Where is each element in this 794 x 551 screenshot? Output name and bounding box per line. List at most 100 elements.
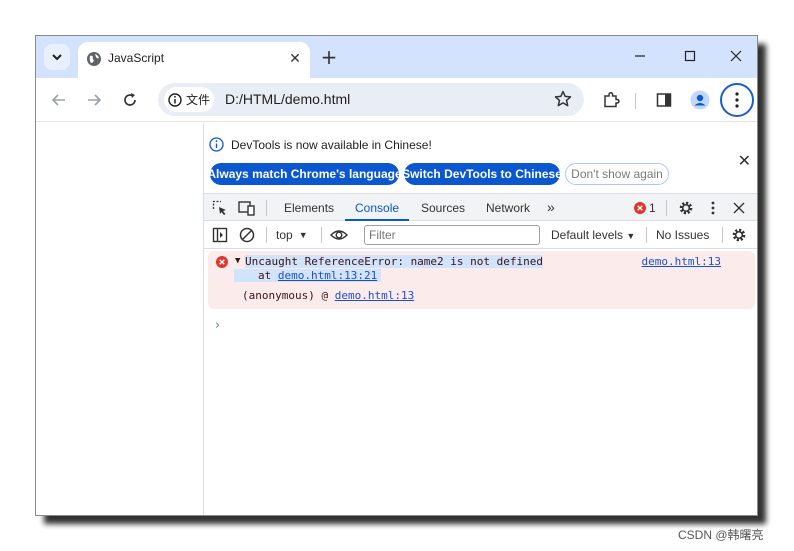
profile-button[interactable]	[688, 88, 712, 112]
url-text: D:/HTML/demo.html	[225, 91, 351, 107]
caret-down-icon: ▼	[298, 230, 308, 240]
maximize-icon	[684, 50, 696, 62]
address-bar[interactable]: 文件 D:/HTML/demo.html	[158, 83, 584, 116]
console-error-message: ▼ Uncaught ReferenceError: name2 is not …	[208, 251, 755, 309]
tab-title: JavaScript	[108, 51, 165, 65]
switch-chinese-button[interactable]: Switch DevTools to Chinese	[402, 163, 562, 185]
live-expression-button[interactable]	[330, 226, 348, 244]
eye-icon	[330, 230, 348, 240]
globe-icon	[87, 52, 101, 66]
language-infobar: DevTools is now available in Chinese! ✕ …	[204, 123, 757, 193]
tab-search-button[interactable]	[44, 44, 70, 70]
chevron-down-icon	[52, 54, 62, 61]
inspect-element-button[interactable]	[211, 199, 229, 217]
show-sidebar-button[interactable]	[211, 226, 229, 244]
log-levels-label: Default levels	[551, 228, 624, 242]
log-levels-dropdown[interactable]: Default levels ▼	[551, 228, 635, 242]
page-viewport	[36, 123, 203, 515]
stack-anon-prefix: (anonymous) @	[242, 289, 329, 302]
device-icon	[237, 201, 255, 216]
info-icon	[168, 92, 182, 107]
toolbar-divider	[321, 227, 322, 243]
block-icon	[239, 227, 255, 243]
error-count: 1	[649, 201, 656, 215]
console-settings-button[interactable]	[730, 226, 748, 244]
stack-line-at: at demo.html:13:21	[234, 269, 382, 282]
browser-window: JavaScript ✕ + 文件 D:/HTML/demo.html DevT…	[35, 35, 758, 516]
toolbar-divider	[635, 93, 636, 109]
infobar-message: DevTools is now available in Chinese!	[231, 138, 432, 152]
sidebar-icon	[212, 227, 228, 243]
close-icon	[733, 202, 745, 214]
filter-input[interactable]	[364, 225, 540, 245]
console-prompt-icon[interactable]: ›	[215, 318, 220, 333]
more-tabs-icon[interactable]: »	[547, 199, 555, 215]
gear-icon	[679, 201, 693, 215]
new-tab-button[interactable]: +	[318, 45, 340, 69]
tab-elements[interactable]: Elements	[284, 201, 334, 215]
browser-toolbar: 文件 D:/HTML/demo.html	[36, 78, 757, 122]
clear-console-button[interactable]	[238, 226, 256, 244]
inspect-icon	[212, 200, 226, 215]
match-language-button[interactable]: Always match Chrome's language	[207, 163, 402, 185]
reload-icon	[124, 93, 136, 106]
site-info-label: 文件	[186, 93, 211, 107]
close-devtools-button[interactable]	[730, 199, 748, 217]
stack-link[interactable]: demo.html:13:21	[278, 269, 377, 282]
watermark: CSDN @韩曙亮	[678, 528, 764, 542]
bookmark-star-icon[interactable]	[554, 90, 572, 108]
minimize-button[interactable]	[626, 44, 654, 68]
devtools-tabbar: Elements Console Sources Network » 1	[204, 193, 757, 221]
tabbar-divider	[266, 200, 267, 216]
device-toolbar-button[interactable]	[237, 199, 255, 217]
error-counter[interactable]: 1	[634, 201, 656, 215]
devtools-menu-button[interactable]	[704, 199, 722, 217]
stack-at-prefix: at	[258, 269, 272, 282]
info-icon	[209, 137, 224, 152]
error-icon	[216, 256, 228, 268]
toolbar-divider	[266, 227, 267, 243]
puzzle-icon	[604, 91, 620, 108]
tab-javascript[interactable]: JavaScript ✕	[78, 42, 310, 78]
error-text: Uncaught ReferenceError: name2 is not de…	[245, 255, 544, 268]
stack-line-anonymous: (anonymous) @ demo.html:13	[242, 289, 414, 302]
tab-sources[interactable]: Sources	[421, 201, 465, 215]
issues-button[interactable]: No Issues	[656, 228, 709, 242]
toolbar-divider	[722, 227, 723, 243]
side-panel-button[interactable]	[652, 88, 676, 112]
maximize-button[interactable]	[676, 44, 704, 68]
context-selector[interactable]: top ▼	[276, 228, 308, 242]
infobar-close-icon[interactable]: ✕	[738, 151, 751, 170]
minimize-icon	[635, 55, 645, 57]
arrow-right-icon	[88, 94, 102, 106]
source-link[interactable]: demo.html:13	[642, 255, 721, 268]
toolbar-divider	[646, 227, 647, 243]
dont-show-again-button[interactable]: Don't show again	[565, 163, 669, 185]
stack-anon-link[interactable]: demo.html:13	[335, 289, 414, 302]
context-label: top	[276, 228, 293, 242]
arrow-left-icon	[51, 94, 65, 106]
more-vertical-icon	[711, 201, 715, 215]
tabbar-divider	[666, 200, 667, 216]
site-info-chip[interactable]: 文件	[164, 87, 214, 112]
avatar-icon	[690, 90, 710, 110]
reload-button[interactable]	[118, 88, 142, 112]
close-window-button[interactable]	[722, 44, 750, 68]
forward-button[interactable]	[82, 88, 106, 112]
gear-icon	[732, 228, 746, 242]
error-icon	[634, 202, 646, 214]
chrome-menu-button[interactable]	[720, 83, 754, 117]
tab-strip: JavaScript ✕ +	[36, 36, 757, 78]
console-toolbar: top ▼ Default levels ▼ No Issues	[204, 221, 757, 249]
tab-close-icon[interactable]: ✕	[286, 50, 304, 68]
caret-down-icon: ▼	[626, 231, 636, 241]
devtools-settings-button[interactable]	[677, 199, 695, 217]
more-vertical-icon	[735, 92, 739, 108]
expand-triangle-icon[interactable]: ▼	[235, 256, 240, 266]
back-button[interactable]	[47, 88, 71, 112]
extensions-button[interactable]	[599, 88, 623, 112]
side-panel-icon	[656, 93, 672, 107]
tab-network[interactable]: Network	[486, 201, 530, 215]
close-icon	[730, 50, 742, 62]
tab-console[interactable]: Console	[355, 201, 399, 215]
